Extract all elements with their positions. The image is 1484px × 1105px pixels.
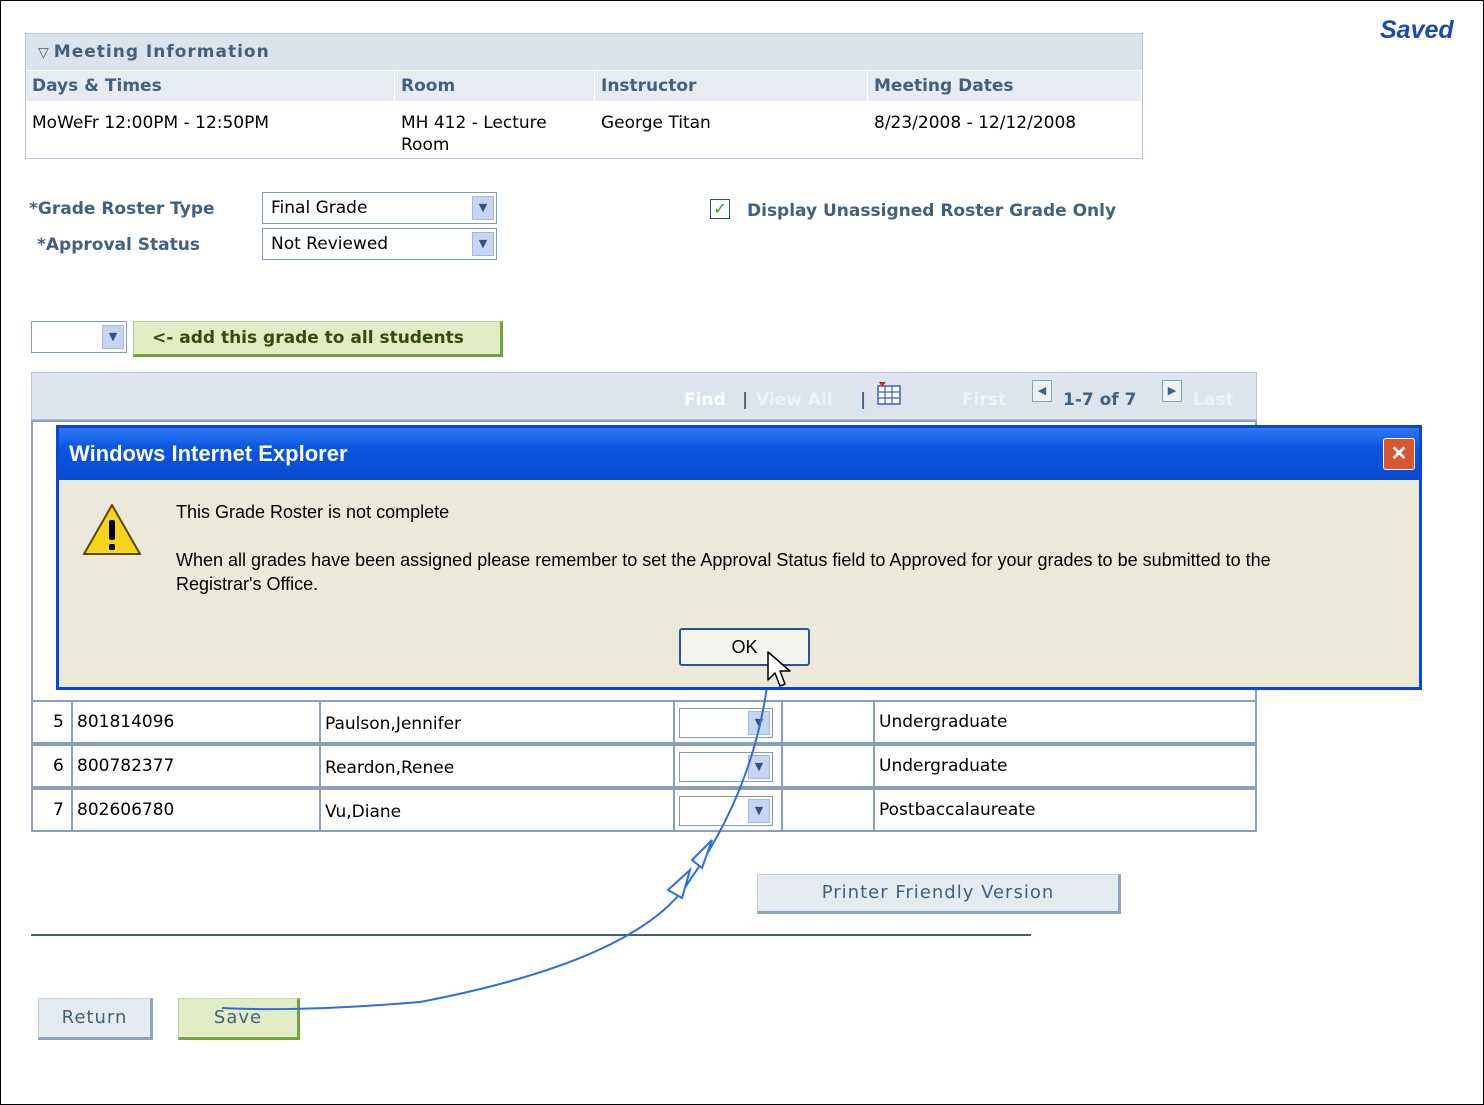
dialog-title-bar[interactable]: Windows Internet Explorer ✕ (59, 428, 1419, 480)
dialog-title: Windows Internet Explorer (69, 441, 348, 466)
dialog-message-line1: When all grades have been assigned pleas… (176, 550, 1271, 570)
mouse-cursor-icon (766, 650, 792, 694)
dialog-message-line2: Registrar's Office. (176, 574, 319, 594)
alert-dialog: Windows Internet Explorer ✕ This Grade R… (56, 425, 1422, 690)
dialog-message-title: This Grade Roster is not complete (176, 502, 450, 522)
warning-icon (81, 502, 143, 562)
close-icon[interactable]: ✕ (1383, 438, 1415, 470)
